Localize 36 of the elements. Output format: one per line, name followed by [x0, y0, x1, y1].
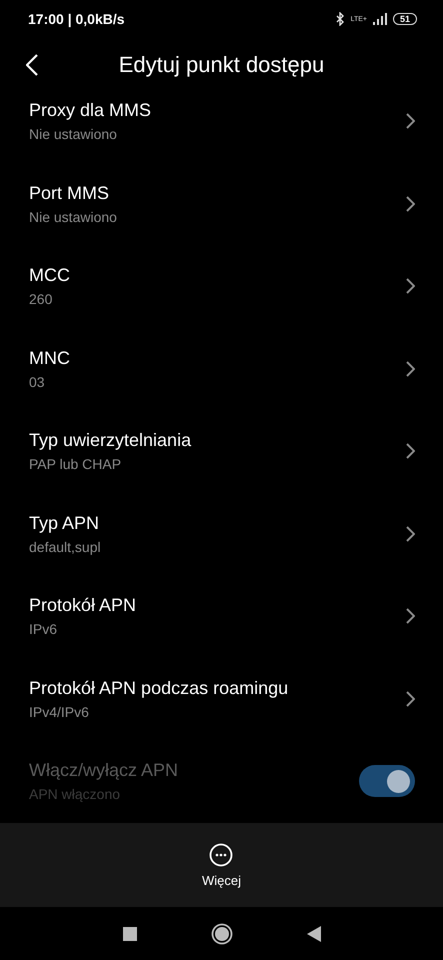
setting-title: MCC [29, 265, 71, 286]
setting-value: 03 [29, 374, 46, 390]
setting-title: Proxy dla MMS [29, 100, 152, 122]
chevron-right-icon[interactable] [406, 443, 415, 460]
chevron-right-icon[interactable] [406, 196, 415, 212]
more-button[interactable]: Więcej [196, 842, 247, 888]
setting-title: Protokół APN [29, 595, 138, 616]
back-nav-button[interactable] [306, 926, 320, 942]
chevron-right-icon[interactable] [406, 360, 415, 377]
setting-value: 260 [29, 291, 54, 308]
setting-title: Typ uwierzytelniania [29, 430, 192, 452]
setting-value: PAP lub CHAP [29, 456, 122, 472]
chevron-right-icon[interactable] [406, 278, 415, 294]
recents-button[interactable] [122, 926, 136, 940]
chevron-right-icon[interactable] [406, 608, 415, 624]
setting-value: default,supl [29, 538, 102, 555]
setting-title: Typ APN [29, 512, 100, 534]
setting-value: Nie ustawiono [29, 208, 118, 225]
bluetooth-icon [336, 12, 345, 26]
setting-title: Port MMS [29, 182, 110, 204]
status-time: 17:00 | 0,0kB/s [28, 11, 125, 27]
setting-title: MNC [29, 348, 71, 369]
chevron-right-icon[interactable] [406, 113, 415, 130]
battery-level: 51 [392, 13, 417, 25]
page-title: Edytuj punkt dostępu [118, 52, 326, 78]
chevron-right-icon[interactable] [406, 690, 415, 707]
setting-title: Włącz/wyłącz APN [29, 760, 180, 782]
setting-value: APN włączono [29, 786, 122, 802]
setting-value: IPv4/IPv6 [29, 704, 90, 720]
setting-title: Protokół APN podczas roamingu [29, 678, 290, 699]
chevron-right-icon[interactable] [406, 526, 415, 542]
setting-value: Nie ustawiono [29, 126, 118, 142]
more-icon [209, 842, 234, 866]
home-button[interactable] [210, 922, 232, 944]
signal-icon [372, 13, 387, 25]
setting-value: IPv6 [29, 621, 58, 638]
